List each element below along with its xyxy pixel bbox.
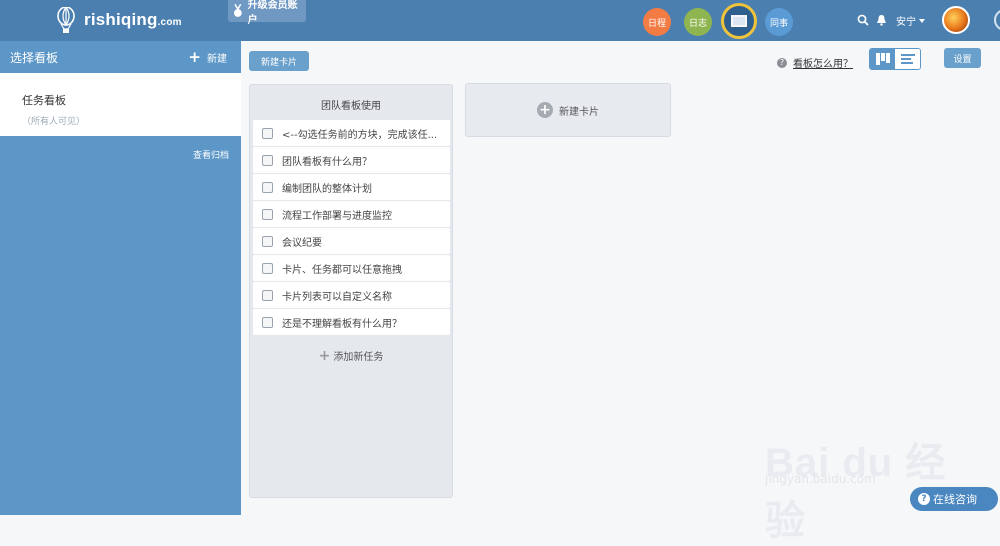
new-card-button[interactable]: 新建卡片 (249, 51, 309, 71)
logo[interactable]: rishiqing.com (56, 7, 182, 33)
task-label: 卡片、任务都可以任意拖拽 (282, 264, 402, 276)
balloon-icon (57, 7, 75, 33)
nav-schedule-button[interactable]: 日程 (643, 8, 671, 36)
task-label: 团队看板有什么用？ (282, 156, 372, 168)
avatar[interactable] (942, 6, 970, 34)
task-checkbox[interactable] (262, 181, 273, 193)
online-consult-button[interactable]: ? 在线咨询 (910, 487, 998, 511)
task-checkbox[interactable] (262, 154, 273, 166)
watermark: Bai du 经验 jingyan.baidu.com (765, 408, 955, 543)
task-checkbox[interactable] (262, 316, 273, 328)
help-link[interactable]: ? 看板怎么用？ (777, 55, 853, 70)
upgrade-account-button[interactable]: 升级会员账户 (228, 0, 306, 26)
task-item[interactable]: 团队看板有什么用？ (253, 147, 450, 173)
task-label: <--勾选任务前的方块，完成该任... (282, 129, 438, 141)
task-label: 还是不理解看板有什么用？ (282, 318, 402, 330)
add-task-label: 添加新任务 (333, 352, 384, 363)
task-item[interactable]: 还是不理解看板有什么用？ (253, 309, 450, 335)
board-name: 任务看板 (22, 94, 66, 107)
task-checkbox[interactable] (262, 127, 273, 139)
top-bar: rishiqing.com 升级会员账户 日程 日志 同事 安宁 (0, 0, 1000, 41)
kanban-icon (731, 15, 747, 27)
column-title[interactable]: 团队看板使用 (250, 97, 452, 113)
task-item[interactable]: 流程工作部署与进度监控 (253, 201, 450, 227)
search-icon[interactable] (855, 12, 871, 28)
task-item[interactable]: <--勾选任务前的方块，完成该任... (253, 120, 450, 146)
list-view-button[interactable] (895, 49, 920, 69)
board-view-icon (875, 53, 890, 65)
bell-icon[interactable] (873, 12, 889, 28)
task-item[interactable]: 卡片、任务都可以任意拖拽 (253, 255, 450, 281)
view-toggle (869, 48, 921, 70)
board-view-button[interactable] (870, 49, 895, 69)
question-icon: ? (777, 57, 787, 68)
logo-text: rishiqing.com (84, 10, 182, 29)
task-checkbox[interactable] (262, 235, 273, 247)
nav-colleagues-button[interactable]: 同事 (765, 8, 793, 36)
question-icon: ? (918, 493, 930, 505)
task-checkbox[interactable] (262, 289, 273, 301)
task-label: 编制团队的整体计划 (282, 183, 372, 195)
nav-colleagues-label: 同事 (769, 18, 788, 29)
view-archive-link[interactable]: 查看归档 (193, 148, 229, 161)
task-checkbox[interactable] (262, 208, 273, 220)
sidebar-title: 选择看板 (10, 50, 59, 65)
more-circle-button[interactable] (994, 9, 1000, 31)
task-item[interactable]: 会议纪要 (253, 228, 450, 254)
board-visibility: （所有人可见） (22, 117, 86, 127)
task-list: <--勾选任务前的方块，完成该任... 团队看板有什么用？ 编制团队的整体计划 … (253, 120, 450, 335)
help-label: 看板怎么用？ (793, 59, 853, 70)
add-card-label: 新建卡片 (559, 106, 599, 118)
new-board-label: 新建 (207, 53, 227, 65)
plus-circle-icon: + (537, 102, 553, 118)
watermark-url: jingyan.baidu.com (765, 472, 876, 486)
sidebar-item-task-board[interactable]: 任务看板 （所有人可见） (0, 73, 241, 136)
task-item[interactable]: 卡片列表可以自定义名称 (253, 282, 450, 308)
nav-journal-label: 日志 (688, 18, 707, 29)
nav-schedule-label: 日程 (647, 18, 666, 29)
kanban-column: 团队看板使用 <--勾选任务前的方块，完成该任... 团队看板有什么用？ 编制团… (249, 84, 453, 498)
task-item[interactable]: 编制团队的整体计划 (253, 174, 450, 200)
nav-kanban-button[interactable] (721, 3, 757, 39)
plus-icon: + (318, 347, 331, 364)
list-view-icon (900, 54, 915, 64)
task-label: 卡片列表可以自定义名称 (282, 291, 392, 303)
add-task-button[interactable]: + 添加新任务 (250, 347, 452, 364)
task-checkbox[interactable] (262, 262, 273, 274)
plus-icon: + (188, 47, 201, 66)
chevron-down-icon (919, 18, 925, 23)
sidebar: 选择看板 + 新建 任务看板 （所有人可见） 查看归档 (0, 41, 241, 515)
settings-button[interactable]: 设置 (944, 48, 981, 68)
task-label: 会议纪要 (282, 237, 322, 249)
medal-icon (233, 4, 242, 17)
task-label: 流程工作部署与进度监控 (282, 210, 392, 222)
nav-journal-button[interactable]: 日志 (684, 8, 712, 36)
upgrade-label: 升级会员账户 (247, 0, 298, 26)
user-name: 安宁 (896, 17, 916, 28)
consult-label: 在线咨询 (933, 493, 977, 506)
add-card-placeholder[interactable]: + 新建卡片 (465, 83, 671, 137)
user-menu[interactable]: 安宁 (896, 13, 925, 28)
sidebar-header: 选择看板 + 新建 (0, 41, 241, 73)
new-board-button[interactable]: + 新建 (188, 47, 227, 66)
